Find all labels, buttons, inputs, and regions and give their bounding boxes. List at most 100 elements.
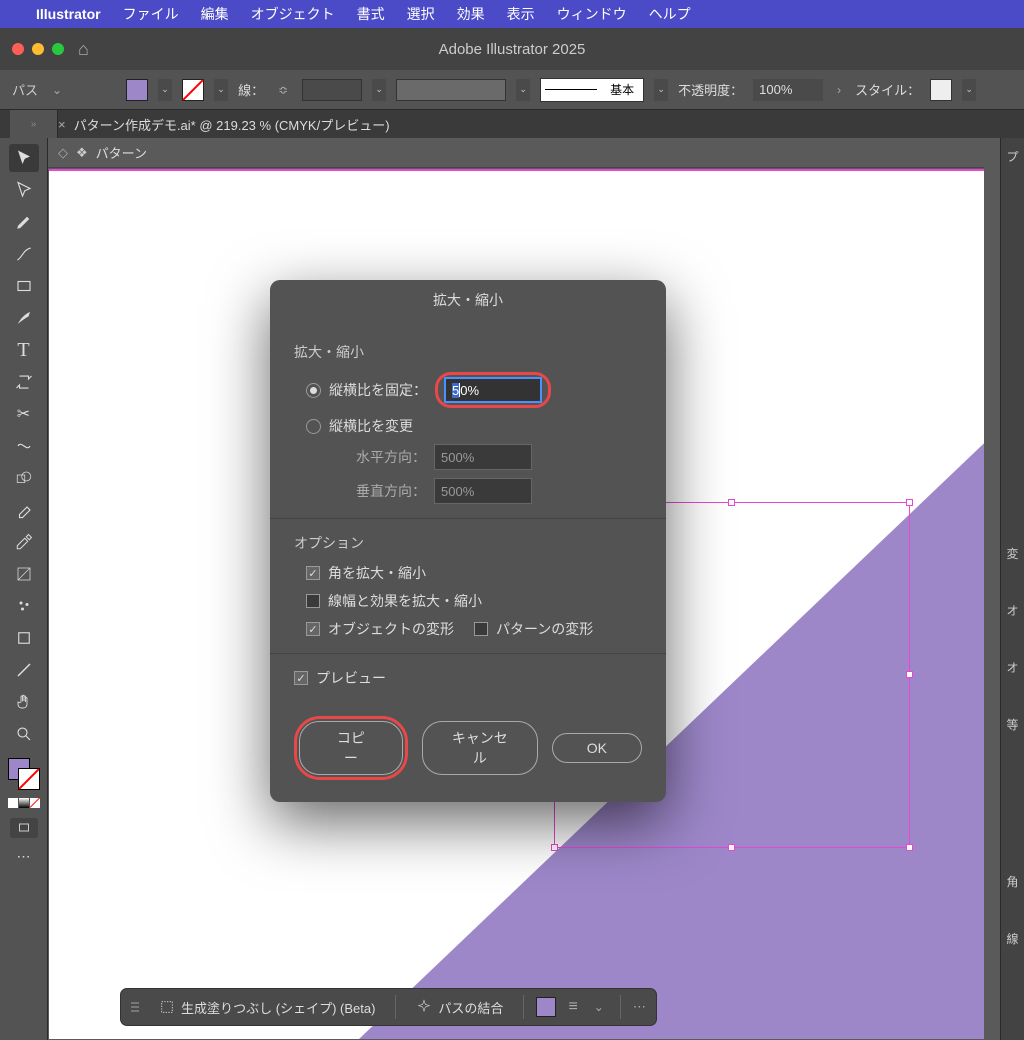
app-name[interactable]: Illustrator	[36, 6, 101, 22]
context-fill-swatch[interactable]	[536, 997, 556, 1017]
paintbrush-tool[interactable]	[9, 304, 39, 332]
context-chevron-icon[interactable]: ⌄	[590, 1000, 608, 1014]
scale-corners-label: 角を拡大・縮小	[328, 563, 426, 583]
stroke-weight-dropdown-icon[interactable]: ⌄	[372, 79, 386, 101]
gradient-tool[interactable]	[9, 560, 39, 588]
symbol-sprayer-tool[interactable]	[9, 592, 39, 620]
opacity-input[interactable]: 100%	[753, 79, 823, 101]
rotate-tool[interactable]	[9, 368, 39, 396]
copy-button-highlight: コピー	[294, 716, 408, 780]
style-dropdown-icon[interactable]: ⌄	[962, 79, 976, 101]
panel-tab-0[interactable]: プ	[1006, 148, 1018, 165]
slice-tool[interactable]	[9, 656, 39, 684]
panel-tab-6[interactable]: 線	[1006, 930, 1018, 947]
chevron-down-icon[interactable]: ⌄	[48, 83, 66, 97]
panel-tab-2[interactable]: オ	[1006, 602, 1018, 619]
uniform-scale-input[interactable]: 50%	[444, 377, 542, 403]
handle-tr[interactable]	[906, 499, 913, 506]
ok-button[interactable]: OK	[552, 733, 642, 763]
menu-edit[interactable]: 編集	[201, 4, 229, 24]
cancel-button[interactable]: キャンセル	[422, 721, 538, 775]
stroke-weight-stepper[interactable]: ≎	[274, 83, 292, 97]
combine-paths-button[interactable]: パスの結合	[408, 994, 511, 1021]
stroke-weight-input[interactable]	[302, 79, 362, 101]
menu-view[interactable]: 表示	[507, 4, 535, 24]
vertical-input[interactable]: 500%	[434, 478, 532, 504]
separator	[523, 995, 524, 1019]
context-more-icon[interactable]: ⋯	[633, 999, 646, 1015]
drag-handle-icon[interactable]	[131, 1002, 139, 1012]
pattern-label: パターン	[96, 143, 147, 162]
stroke-dropdown-icon[interactable]: ⌄	[214, 79, 228, 101]
color-mode-icons[interactable]	[8, 798, 40, 808]
eyedropper-tool[interactable]	[9, 528, 39, 556]
vertical-scrollbar[interactable]	[984, 138, 1000, 1040]
scale-dialog: 拡大・縮小 拡大・縮小 縦横比を固定： 50% 縦横比を変更 水平方向： 500…	[270, 280, 666, 802]
panel-tab-1[interactable]: 変	[1006, 545, 1018, 562]
hand-tool[interactable]	[9, 688, 39, 716]
curvature-tool[interactable]	[9, 240, 39, 268]
variable-width-profile[interactable]	[396, 79, 506, 101]
graphic-style-swatch[interactable]	[930, 79, 952, 101]
direct-selection-tool[interactable]	[9, 176, 39, 204]
copy-button[interactable]: コピー	[299, 721, 403, 775]
menu-select[interactable]: 選択	[407, 4, 435, 24]
handle-mr[interactable]	[906, 671, 913, 678]
panel-tab-3[interactable]: オ	[1006, 659, 1018, 676]
fill-swatch[interactable]	[126, 79, 148, 101]
panel-tab-5[interactable]: 角	[1006, 873, 1018, 890]
stroke-color-icon[interactable]	[18, 768, 40, 790]
stroke-label: 線：	[238, 80, 264, 99]
zoom-tool[interactable]	[9, 720, 39, 748]
fill-stroke-indicator[interactable]	[8, 758, 40, 790]
context-menu-icon[interactable]: ≡	[568, 998, 577, 1016]
fill-dropdown-icon[interactable]: ⌄	[158, 79, 172, 101]
brush-dropdown-icon[interactable]: ⌄	[654, 79, 668, 101]
contextual-task-bar[interactable]: 生成塗りつぶし (シェイプ) (Beta) パスの結合 ≡ ⌄ ⋯	[120, 988, 657, 1026]
uniform-radio[interactable]	[306, 383, 321, 398]
zoom-window-icon[interactable]	[52, 43, 64, 55]
nonuniform-radio[interactable]	[306, 419, 321, 434]
artboard-tool[interactable]	[9, 624, 39, 652]
menu-window[interactable]: ウィンドウ	[557, 4, 627, 24]
handle-br[interactable]	[906, 844, 913, 851]
pen-tool[interactable]	[9, 208, 39, 236]
shape-builder-tool[interactable]	[9, 464, 39, 492]
handle-bl[interactable]	[551, 844, 558, 851]
brush-definition[interactable]: 基本	[601, 79, 643, 101]
type-tool[interactable]: T	[9, 336, 39, 364]
close-window-icon[interactable]	[12, 43, 24, 55]
width-tool[interactable]	[9, 432, 39, 460]
handle-bm[interactable]	[728, 844, 735, 851]
generative-fill-button[interactable]: 生成塗りつぶし (シェイプ) (Beta)	[151, 994, 383, 1021]
eraser-tool[interactable]	[9, 496, 39, 524]
screen-mode-icon[interactable]	[10, 818, 38, 838]
profile-dropdown-icon[interactable]: ⌄	[516, 79, 530, 101]
scale-corners-checkbox[interactable]	[306, 566, 320, 580]
menu-effect[interactable]: 効果	[457, 4, 485, 24]
document-tab[interactable]: パターン作成デモ.ai* @ 219.23 % (CMYK/プレビュー)	[74, 115, 390, 134]
preview-checkbox[interactable]	[294, 671, 308, 685]
scale-strokes-checkbox[interactable]	[306, 594, 320, 608]
menu-help[interactable]: ヘルプ	[649, 4, 691, 24]
transform-patterns-checkbox[interactable]	[474, 622, 488, 636]
close-tab-icon[interactable]: ×	[58, 117, 66, 132]
panel-tab-4[interactable]: 等	[1006, 716, 1018, 733]
horizontal-input[interactable]: 500%	[434, 444, 532, 470]
selection-tool[interactable]	[9, 144, 39, 172]
opacity-chevron-icon[interactable]: ›	[833, 83, 845, 97]
menu-object[interactable]: オブジェクト	[251, 4, 335, 24]
stroke-swatch[interactable]	[182, 79, 204, 101]
edit-toolbar-icon[interactable]: ⋯	[9, 842, 39, 870]
minimize-window-icon[interactable]	[32, 43, 44, 55]
scissors-tool[interactable]: ✂	[9, 400, 39, 428]
transform-objects-checkbox[interactable]	[306, 622, 320, 636]
rectangle-tool[interactable]	[9, 272, 39, 300]
menu-type[interactable]: 書式	[357, 4, 385, 24]
transform-patterns-label: パターンの変形	[496, 619, 593, 639]
menu-file[interactable]: ファイル	[123, 4, 179, 24]
back-icon[interactable]: ◇	[58, 145, 68, 161]
tab-chevron-icon[interactable]: »	[31, 119, 37, 130]
handle-tm[interactable]	[728, 499, 735, 506]
home-icon[interactable]: ⌂	[78, 39, 89, 60]
